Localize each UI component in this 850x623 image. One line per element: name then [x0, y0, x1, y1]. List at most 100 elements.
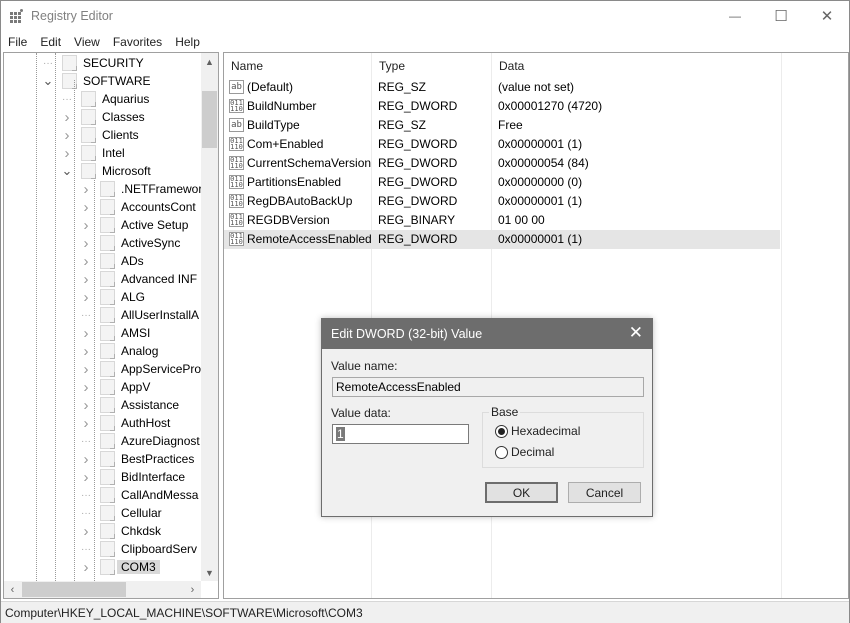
maximize-icon: ☐: [774, 8, 788, 25]
chevron-right-icon[interactable]: ›: [80, 325, 92, 342]
column-header-data[interactable]: Data: [492, 53, 782, 78]
tree-item[interactable]: › Chkdsk: [80, 522, 162, 540]
scroll-left-icon[interactable]: ‹: [4, 581, 21, 598]
chevron-right-icon[interactable]: ›: [80, 271, 92, 288]
radio-hexadecimal[interactable]: Hexadecimal: [495, 424, 580, 438]
chevron-right-icon[interactable]: ›: [61, 109, 73, 126]
tree-item-label: AppV: [121, 380, 151, 394]
dialog-close-icon[interactable]: ✕: [629, 324, 643, 342]
chevron-down-icon[interactable]: ⌄: [61, 163, 73, 179]
tree-item[interactable]: ··· AzureDiagnost: [80, 432, 200, 450]
tree-horizontal-scrollbar[interactable]: ‹ ›: [4, 581, 201, 598]
chevron-right-icon[interactable]: ›: [80, 217, 92, 234]
tree-item[interactable]: › .NETFramewor: [80, 180, 203, 198]
tree-item-label: BidInterface: [121, 470, 186, 484]
value-row[interactable]: 011 110 RemoteAccessEnabled REG_DWORD 0x0000…: [224, 230, 780, 249]
tree-item[interactable]: › ALG: [80, 288, 146, 306]
value-row[interactable]: 011 110 RegDBAutoBackUp REG_DWORD 0x00000001…: [224, 192, 780, 211]
column-header-name[interactable]: Name: [224, 53, 372, 78]
chevron-right-icon[interactable]: ›: [61, 145, 73, 162]
chevron-right-icon[interactable]: ›: [80, 397, 92, 414]
tree-item[interactable]: ··· CallAndMessa: [80, 486, 198, 504]
tree-item[interactable]: ··· ClipboardServ: [80, 540, 197, 558]
ok-button[interactable]: OK: [485, 482, 558, 503]
dialog-title: Edit DWORD (32-bit) Value: [331, 327, 483, 341]
value-row[interactable]: ab BuildType REG_SZ Free: [224, 116, 780, 135]
folder-icon: [100, 397, 115, 413]
tree-item[interactable]: › Active Setup: [80, 216, 189, 234]
tree-item[interactable]: ··· SECURITY: [42, 54, 144, 72]
value-data-input[interactable]: 1: [332, 424, 469, 444]
cancel-button[interactable]: Cancel: [568, 482, 641, 503]
chevron-right-icon[interactable]: ›: [80, 415, 92, 432]
value-row[interactable]: 011 110 Com+Enabled REG_DWORD 0x00000001 (1): [224, 135, 780, 154]
tree-item[interactable]: › BestPractices: [80, 450, 195, 468]
chevron-right-icon[interactable]: ›: [80, 181, 92, 198]
value-row[interactable]: 011 110 CurrentSchemaVersion REG_DWORD 0x000…: [224, 154, 780, 173]
tree-item[interactable]: › ActiveSync: [80, 234, 181, 252]
value-row[interactable]: 011 110 BuildNumber REG_DWORD 0x00001270 (47…: [224, 97, 780, 116]
menu-view[interactable]: View: [67, 32, 106, 52]
tree-item[interactable]: › AppServicePro: [80, 360, 202, 378]
maximize-button[interactable]: ☐: [758, 1, 804, 31]
folder-icon: [100, 415, 115, 431]
chevron-right-icon[interactable]: ›: [80, 559, 92, 576]
chevron-right-icon[interactable]: ›: [80, 199, 92, 216]
menu-favorites[interactable]: Favorites: [106, 32, 168, 52]
chevron-down-icon[interactable]: ⌄: [42, 73, 54, 89]
tree-item[interactable]: › ADs: [80, 252, 144, 270]
tree-item[interactable]: › Clients: [61, 126, 139, 144]
tree-item[interactable]: › Analog: [80, 342, 159, 360]
chevron-right-icon[interactable]: ›: [61, 127, 73, 144]
scroll-down-icon[interactable]: ▼: [201, 564, 218, 581]
chevron-right-icon[interactable]: ›: [80, 361, 92, 378]
value-data: 0x00000001 (1): [498, 137, 583, 151]
menu-file[interactable]: File: [1, 32, 33, 52]
value-name-field[interactable]: RemoteAccessEnabled: [332, 377, 644, 397]
close-icon: ✕: [820, 8, 834, 25]
binary-value-icon: 011 110: [229, 99, 244, 113]
close-button[interactable]: ✕: [804, 1, 850, 31]
tree-item[interactable]: › AccountsCont: [80, 198, 196, 216]
chevron-right-icon[interactable]: ›: [80, 253, 92, 270]
menu-edit[interactable]: Edit: [33, 32, 67, 52]
value-row[interactable]: ab (Default) REG_SZ (value not set): [224, 78, 780, 97]
tree-item[interactable]: › COM3: [80, 558, 160, 576]
tree-item[interactable]: ··· Cellular: [80, 504, 162, 522]
tree-guide-line: [55, 53, 56, 581]
column-separator[interactable]: [781, 53, 782, 598]
tree-item[interactable]: ··· AllUserInstallA: [80, 306, 199, 324]
tree-item-label: SECURITY: [83, 56, 144, 70]
chevron-right-icon[interactable]: ›: [80, 235, 92, 252]
value-type: REG_BINARY: [378, 213, 456, 227]
value-row[interactable]: 011 110 REGDBVersion REG_BINARY 01 00 00: [224, 211, 780, 230]
scroll-thumb[interactable]: [22, 582, 126, 597]
tree-item[interactable]: ⌄ SOFTWARE: [42, 72, 151, 90]
chevron-right-icon[interactable]: ›: [80, 469, 92, 486]
folder-icon: [81, 163, 96, 179]
radio-decimal[interactable]: Decimal: [495, 445, 554, 459]
scroll-up-icon[interactable]: ▲: [201, 53, 218, 70]
tree-item[interactable]: › AMSI: [80, 324, 151, 342]
chevron-right-icon[interactable]: ›: [80, 451, 92, 468]
current-key-path: Computer\HKEY_LOCAL_MACHINE\SOFTWARE\Mic…: [5, 606, 363, 620]
scroll-thumb[interactable]: [202, 91, 217, 148]
tree-vertical-scrollbar[interactable]: ▲ ▼: [201, 53, 218, 581]
tree-item[interactable]: › BidInterface: [80, 468, 186, 486]
chevron-right-icon[interactable]: ›: [80, 523, 92, 540]
chevron-right-icon[interactable]: ›: [80, 379, 92, 396]
value-row[interactable]: 011 110 PartitionsEnabled REG_DWORD 0x000000…: [224, 173, 780, 192]
tree-item[interactable]: › AppV: [80, 378, 151, 396]
scroll-right-icon[interactable]: ›: [184, 581, 201, 598]
string-value-icon: ab: [229, 80, 244, 94]
tree-connector: ···: [81, 309, 91, 321]
menu-help[interactable]: Help: [168, 32, 206, 52]
chevron-right-icon[interactable]: ›: [80, 289, 92, 306]
minimize-button[interactable]: —: [712, 1, 758, 31]
key-tree[interactable]: ··· SECURITY ⌄ SOFTWARE ··· Aquarius › Classes ›…: [3, 52, 219, 599]
tree-item[interactable]: › Advanced INF: [80, 270, 198, 288]
tree-item[interactable]: › Intel: [61, 144, 125, 162]
chevron-right-icon[interactable]: ›: [80, 343, 92, 360]
column-header-type[interactable]: Type: [372, 53, 492, 78]
value-type: REG_SZ: [378, 80, 427, 94]
